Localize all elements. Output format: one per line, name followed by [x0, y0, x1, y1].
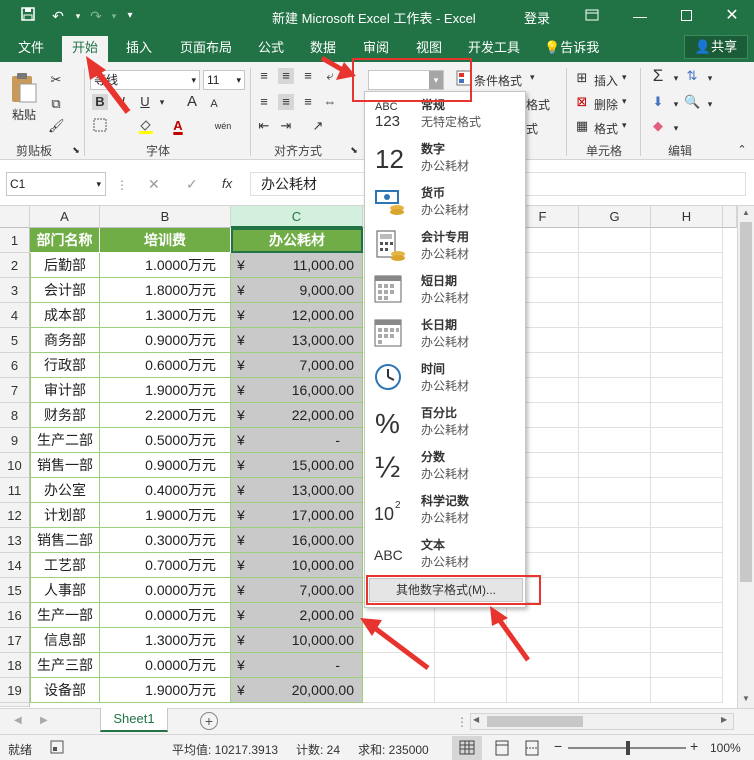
zoom-slider[interactable]: [568, 741, 686, 755]
page-layout-view-icon[interactable]: [494, 740, 510, 759]
sheet-tab-sheet1[interactable]: Sheet1: [100, 708, 168, 732]
zoom-in-icon[interactable]: +: [690, 738, 698, 754]
arrow-to-home-tab: [93, 68, 131, 114]
horizontal-scrollbar[interactable]: ◀ ▶: [470, 713, 734, 730]
sheet-tab-bar: ◀ ▶ Sheet1 + ⋮ ◀ ▶: [0, 708, 754, 734]
arrow-to-cell: [370, 624, 430, 670]
count-value: 计数: 24: [296, 743, 341, 757]
sum-value: 求和: 235000: [358, 743, 429, 757]
annotation-arrows: [86, 55, 531, 670]
h-scroll-thumb[interactable]: [487, 716, 583, 727]
macro-record-icon[interactable]: [50, 740, 64, 757]
zoom-level[interactable]: 100%: [710, 741, 741, 755]
excel-window: ↶ ▾ ↷ ▾ ▾ 新建 Microsoft Excel 工作表 - Excel…: [0, 0, 754, 760]
split-handle-icon[interactable]: ⋮: [456, 715, 468, 729]
scroll-left-icon[interactable]: ◀: [473, 715, 479, 724]
add-sheet-icon[interactable]: +: [200, 712, 218, 730]
status-bar: 就绪 平均值: 10217.3913 计数: 24 求和: 235000 − +…: [0, 734, 754, 760]
page-break-view-icon[interactable]: [524, 740, 540, 759]
normal-view-button[interactable]: [452, 736, 482, 760]
ready-status: 就绪: [8, 743, 33, 757]
next-sheet-icon[interactable]: ▶: [40, 715, 48, 726]
arrow-head: [336, 62, 356, 80]
prev-sheet-icon[interactable]: ◀: [14, 715, 22, 726]
average-value: 平均值: 10217.3913: [172, 743, 279, 757]
zoom-out-icon[interactable]: −: [554, 738, 562, 754]
arrow-to-more-formats: [495, 616, 531, 662]
scroll-right-icon[interactable]: ▶: [721, 715, 727, 724]
zoom-slider-thumb[interactable]: [626, 741, 630, 755]
